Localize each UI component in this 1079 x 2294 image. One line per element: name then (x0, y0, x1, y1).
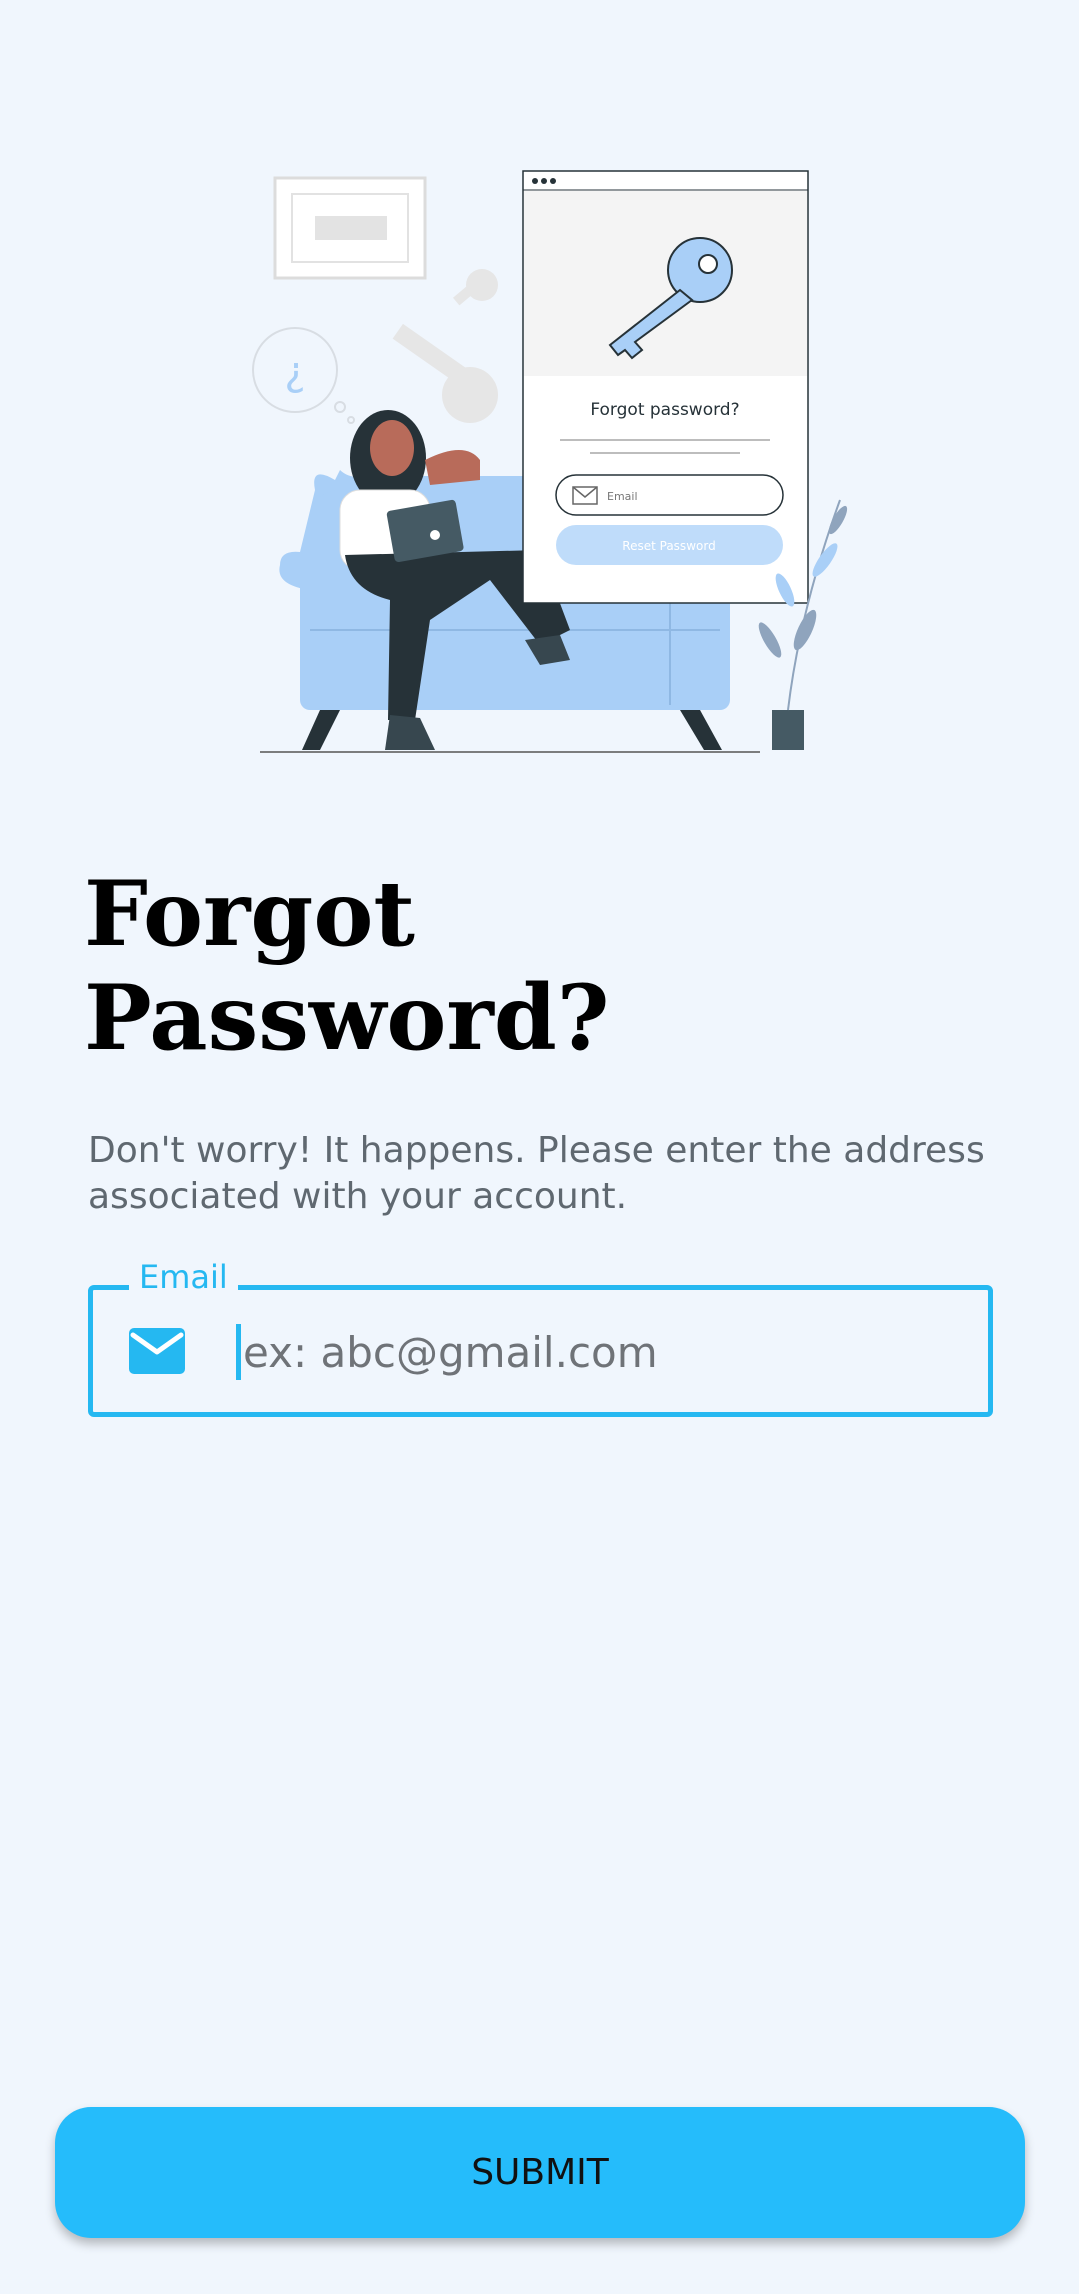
mail-icon (129, 1328, 185, 1374)
background-keys (392, 269, 498, 423)
email-input[interactable] (233, 1314, 963, 1390)
thought-bubble: ¿ (252, 327, 355, 424)
page-title-line1: Forgot (84, 861, 415, 967)
email-field-label: Email (129, 1257, 238, 1297)
page-title-line2: Password? (84, 965, 610, 1071)
card-email-placeholder: Email (607, 490, 638, 503)
question-mark: ¿ (284, 349, 305, 395)
page-title: Forgot Password? (84, 862, 784, 1070)
picture-frame (273, 176, 427, 280)
forgot-password-card: Forgot password? Email Reset Password (522, 170, 809, 604)
card-reset-button-label: Reset Password (622, 539, 715, 553)
forgot-password-illustration: ¿ Forgot password? Email Reset Password (252, 170, 848, 753)
email-field[interactable]: Email (88, 1257, 993, 1417)
page-subtitle: Don't worry! It happens. Please enter th… (88, 1130, 985, 1217)
submit-button[interactable]: SUBMIT (55, 2107, 1025, 2238)
card-title: Forgot password? (590, 400, 739, 420)
